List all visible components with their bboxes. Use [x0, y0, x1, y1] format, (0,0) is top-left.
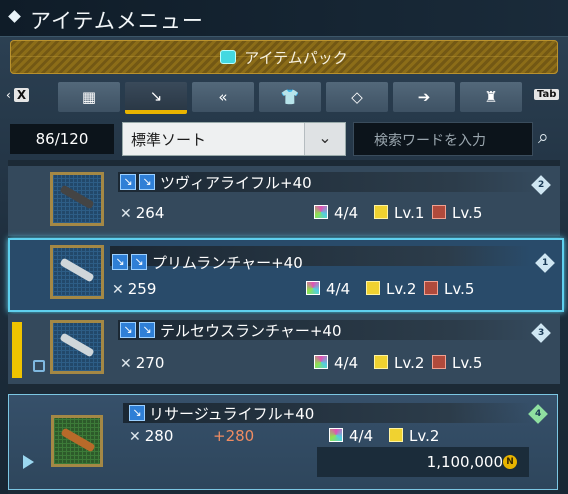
slot-gem-icon	[306, 281, 320, 295]
attack-value: ✕ 270	[120, 354, 165, 372]
sort-dropdown[interactable]: 標準ソート ⌄	[122, 122, 346, 156]
meseta-icon: N	[503, 455, 517, 469]
level-a: Lv.2	[389, 427, 439, 445]
weapon-thumbnail	[51, 415, 103, 467]
yellow-gem-icon	[374, 355, 388, 369]
item-name: ツヴィアライフル+40	[160, 174, 312, 192]
list-item[interactable]: ↘ ↘ ツヴィアライフル+40 ✕ 264 4/4 Lv.1 Lv.5 2	[8, 166, 560, 236]
list-item[interactable]: ↘ ↘ テルセウスランチャー+40 ✕ 270 4/4 Lv.2 Lv.5 3	[8, 314, 560, 384]
level-b: Lv.5	[424, 280, 474, 298]
window-title: アイテムメニュー	[30, 9, 204, 33]
next-category-key[interactable]: Tab	[534, 89, 560, 100]
item-pack-text: アイテムパック	[244, 49, 348, 67]
key-x: X	[13, 88, 30, 102]
slot-gem-icon	[314, 205, 328, 219]
selection-arrow-icon	[23, 455, 34, 469]
item-name: リサージュライフル+40	[149, 405, 315, 423]
item-pack-banner[interactable]: アイテムパック	[10, 40, 558, 74]
weapon-type-icon: ↘	[120, 322, 136, 338]
title-bar: アイテムメニュー	[0, 0, 568, 37]
level-b: Lv.5	[432, 354, 482, 372]
double-chevron-left-icon: «	[218, 88, 228, 106]
lock-icon	[33, 360, 45, 372]
item-name: プリムランチャー+40	[152, 254, 303, 272]
item-name: テルセウスランチャー+40	[160, 322, 342, 340]
attack-value: ✕ 259	[112, 280, 157, 298]
red-gem-icon	[432, 355, 446, 369]
slot-gem-icon	[329, 428, 343, 442]
tab-tags[interactable]: ◇	[326, 82, 388, 112]
slot-status: 4/4	[314, 204, 358, 222]
tab-weapon-camos[interactable]: «	[192, 82, 254, 112]
crossed-swords-icon: ✕	[120, 356, 132, 372]
crossed-swords-icon: ✕	[129, 429, 141, 445]
inventory-count: 86/120	[10, 124, 114, 154]
search-placeholder: 検索ワードを入力	[374, 133, 486, 149]
list-item-selected[interactable]: ↘ ↘ プリムランチャー+40 ✕ 259 4/4 Lv.2 Lv.5 1	[8, 238, 564, 312]
new-item-marker	[12, 322, 22, 378]
slot-gem-icon	[314, 355, 328, 369]
tab-all[interactable]: ▦	[58, 82, 120, 112]
red-gem-icon	[424, 281, 438, 295]
attack-value: ✕ 264	[120, 204, 165, 222]
chevron-down-icon[interactable]: ⌄	[304, 123, 345, 155]
weapon-type-icon: ↘	[112, 254, 128, 270]
yellow-gem-icon	[389, 428, 403, 442]
item-pack-label: アイテムパック	[10, 47, 558, 68]
crossed-swords-icon: ✕	[112, 282, 124, 298]
sort-selected: 標準ソート	[131, 131, 207, 149]
attack-value: ✕ 280	[129, 427, 174, 445]
attack-bonus: +280	[213, 427, 255, 445]
slot-status: 4/4	[314, 354, 358, 372]
level-b: Lv.5	[432, 204, 482, 222]
arrow-diamond-icon: ➔	[417, 88, 431, 106]
tab-weapons[interactable]: ↘	[125, 82, 187, 114]
weapon-thumbnail	[50, 245, 104, 299]
rank-badge: 4	[528, 404, 548, 424]
level-a: Lv.2	[374, 354, 424, 372]
sell-price: 1,100,000	[317, 447, 529, 477]
yellow-gem-icon	[374, 205, 388, 219]
grid-icon: ▦	[81, 88, 97, 106]
sword-icon: ↘	[149, 87, 163, 105]
tag-icon: ◇	[351, 88, 363, 106]
level-a: Lv.2	[366, 280, 416, 298]
weapon-thumbnail	[50, 320, 104, 374]
yellow-gem-icon	[366, 281, 380, 295]
weapon-thumbnail	[50, 172, 104, 226]
weapon-type-icon: ↘	[120, 174, 136, 190]
prev-category-key[interactable]: ‹ X	[6, 88, 30, 102]
crossed-swords-icon: ✕	[120, 206, 132, 222]
diamond-icon	[8, 10, 21, 23]
slot-status: 4/4	[306, 280, 350, 298]
search-icon[interactable]: ⌕	[538, 126, 549, 148]
tab-consumables[interactable]: ➔	[393, 82, 455, 112]
weapon-type-icon-2: ↘	[139, 174, 155, 190]
key-tab: Tab	[534, 89, 560, 100]
weapon-type-icon-2: ↘	[139, 322, 155, 338]
tab-costumes[interactable]: 👕	[259, 82, 321, 112]
item-detail-panel[interactable]: ↘ リサージュライフル+40 ✕ 280 +280 4/4 Lv.2 4 1,10…	[8, 394, 558, 490]
slot-status: 4/4	[329, 427, 373, 445]
tab-bags[interactable]: ♜	[460, 82, 522, 112]
weapon-type-icon: ↘	[129, 405, 145, 421]
weapon-type-icon-2: ↘	[131, 254, 147, 270]
shirt-icon: 👕	[280, 88, 300, 106]
bag-icon: ♜	[484, 88, 498, 106]
category-tabs: ‹ X ▦ ↘ « 👕 ◇ ➔ ♜ Tab	[0, 82, 568, 116]
search-input[interactable]: 検索ワードを入力	[353, 122, 533, 156]
item-pack-icon	[220, 50, 237, 64]
red-gem-icon	[432, 205, 446, 219]
level-a: Lv.1	[374, 204, 424, 222]
rank-badge: 1	[535, 253, 555, 273]
